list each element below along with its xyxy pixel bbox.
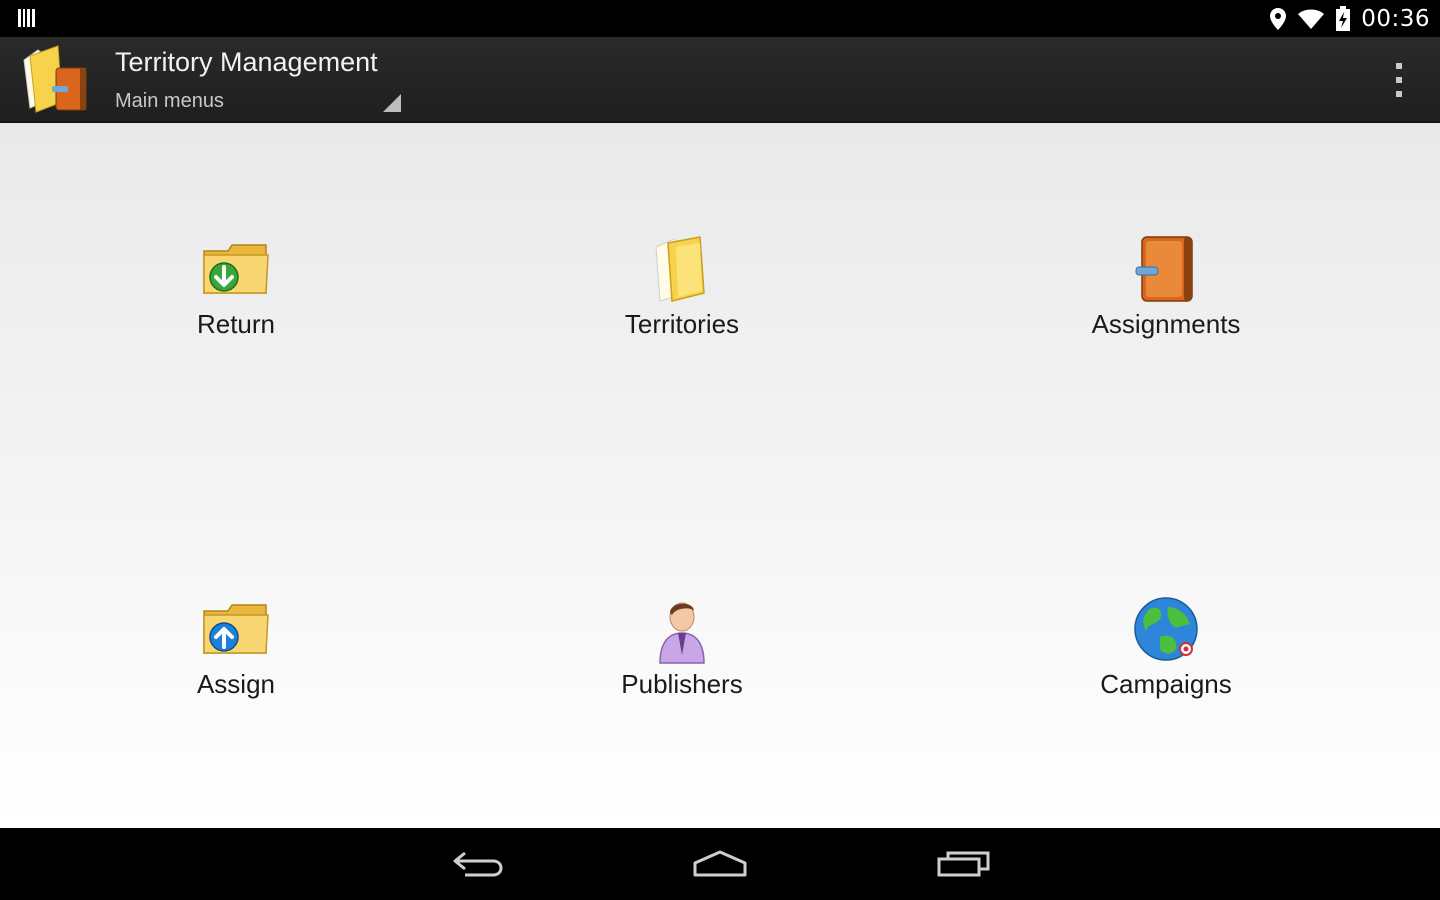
screen: 00:36 Territory Management Main menus Re…: [0, 0, 1440, 900]
book-icon: [1135, 236, 1193, 302]
folder-icon: [655, 236, 705, 302]
menu-item-assign[interactable]: Assign: [86, 593, 386, 723]
menu-item-label: Territories: [624, 309, 740, 339]
navigation-bar: [0, 828, 1440, 900]
folder-upload-icon: [203, 604, 269, 654]
back-icon[interactable]: [442, 842, 512, 886]
folder-download-icon: [203, 244, 269, 294]
menu-item-publishers[interactable]: Publishers: [532, 593, 832, 723]
battery-charging-icon: [1335, 5, 1351, 32]
menu-item-assignments[interactable]: Assignments: [1016, 233, 1316, 363]
app-subtitle: Main menus: [115, 90, 224, 112]
spinner-arrow-icon: [383, 94, 401, 112]
recents-icon[interactable]: [929, 842, 999, 886]
status-time: 00:36: [1361, 5, 1430, 32]
barcode-icon: [18, 9, 35, 27]
menu-item-label: Publishers: [621, 669, 743, 699]
menu-item-label: Campaigns: [1100, 669, 1232, 699]
folder-book-icon[interactable]: [18, 42, 92, 116]
menu-item-label: Return: [196, 309, 276, 339]
globe-icon: [1134, 597, 1198, 661]
wifi-icon: [1297, 8, 1325, 30]
menu-item-return[interactable]: Return: [86, 233, 386, 363]
menu-item-label: Assignments: [1091, 309, 1241, 339]
menu-item-label: Assign: [196, 669, 276, 699]
status-bar: 00:36: [0, 0, 1440, 37]
person-icon: [659, 602, 705, 664]
location-icon: [1269, 7, 1287, 31]
overflow-menu-icon[interactable]: [1392, 63, 1406, 97]
menu-item-campaigns[interactable]: Campaigns: [1016, 593, 1316, 723]
home-icon[interactable]: [685, 842, 755, 886]
action-bar: Territory Management Main menus: [0, 37, 1440, 123]
title-spinner[interactable]: Territory Management Main menus: [115, 47, 405, 117]
menu-item-territories[interactable]: Territories: [532, 233, 832, 363]
main-menu-grid: Return Territories Assignments Assign Pu…: [0, 123, 1440, 828]
status-icons: 00:36: [1269, 0, 1430, 37]
app-title: Territory Management: [115, 47, 378, 77]
